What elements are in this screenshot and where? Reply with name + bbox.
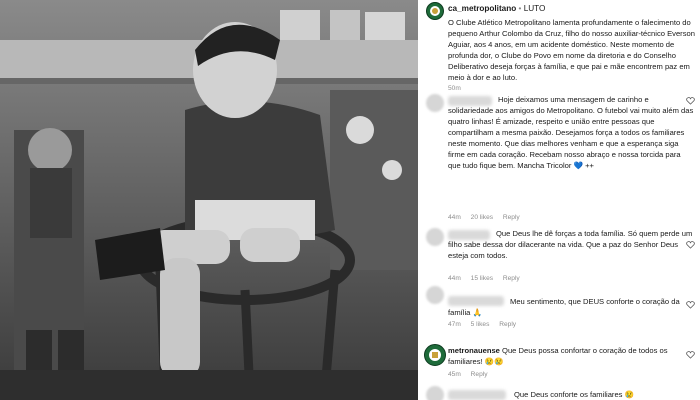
- comment-body: metronauense Que Deus possa confortar o …: [448, 345, 694, 367]
- reply-button[interactable]: Reply: [503, 275, 520, 282]
- reply-button[interactable]: Reply: [503, 214, 520, 221]
- comment-time: 47m: [448, 321, 461, 328]
- comment-time: 44m: [448, 214, 461, 221]
- club-crest-icon[interactable]: [424, 344, 446, 366]
- heart-icon[interactable]: [686, 96, 695, 105]
- heart-icon[interactable]: [686, 240, 695, 249]
- commenter-avatar[interactable]: [426, 386, 444, 400]
- commenter-avatar[interactable]: [426, 228, 444, 246]
- post-caption: O Clube Atlético Metropolitano lamenta p…: [448, 18, 695, 82]
- post-tag: LUTO: [523, 4, 546, 13]
- heart-icon[interactable]: [686, 300, 695, 309]
- blurred-username: [448, 390, 506, 400]
- child-photo-illustration: [0, 0, 418, 400]
- post-panel: ca_metropolitano • LUTO O Clube Atlético…: [418, 0, 700, 400]
- comment-text: Que Deus conforte os familiares 😢: [514, 390, 635, 399]
- comment-text: Meu sentimento, que DEUS conforte o cora…: [448, 297, 680, 317]
- club-crest-icon[interactable]: [426, 2, 444, 20]
- comment-likes[interactable]: 5 likes: [471, 321, 490, 328]
- comment-time: 44m: [448, 275, 461, 282]
- comment-meta: 47m 5 likes Reply: [448, 321, 524, 328]
- commenter-avatar[interactable]: [426, 286, 444, 304]
- reply-button[interactable]: Reply: [499, 321, 516, 328]
- comment-meta: 45m Reply: [448, 371, 496, 378]
- reply-button[interactable]: Reply: [471, 371, 488, 378]
- comment-text: Hoje deixamos uma mensagem de carinho e …: [448, 95, 694, 170]
- comment-likes[interactable]: 20 likes: [471, 214, 493, 221]
- heart-icon[interactable]: [686, 350, 695, 359]
- comment-text: Que Deus lhe dê forças a toda família. S…: [448, 229, 693, 260]
- comment-likes[interactable]: 15 likes: [471, 275, 493, 282]
- post-time: 50m: [448, 85, 461, 92]
- commenter-avatar[interactable]: [426, 94, 444, 112]
- comment-meta: 44m 20 likes Reply: [448, 214, 528, 221]
- post-photo: [0, 0, 418, 400]
- comment-meta: 44m 15 likes Reply: [448, 275, 528, 282]
- comment-username[interactable]: metronauense: [448, 346, 500, 355]
- comment-time: 45m: [448, 371, 461, 378]
- post-author-line: ca_metropolitano • LUTO: [448, 4, 546, 13]
- post-username[interactable]: ca_metropolitano: [448, 4, 516, 13]
